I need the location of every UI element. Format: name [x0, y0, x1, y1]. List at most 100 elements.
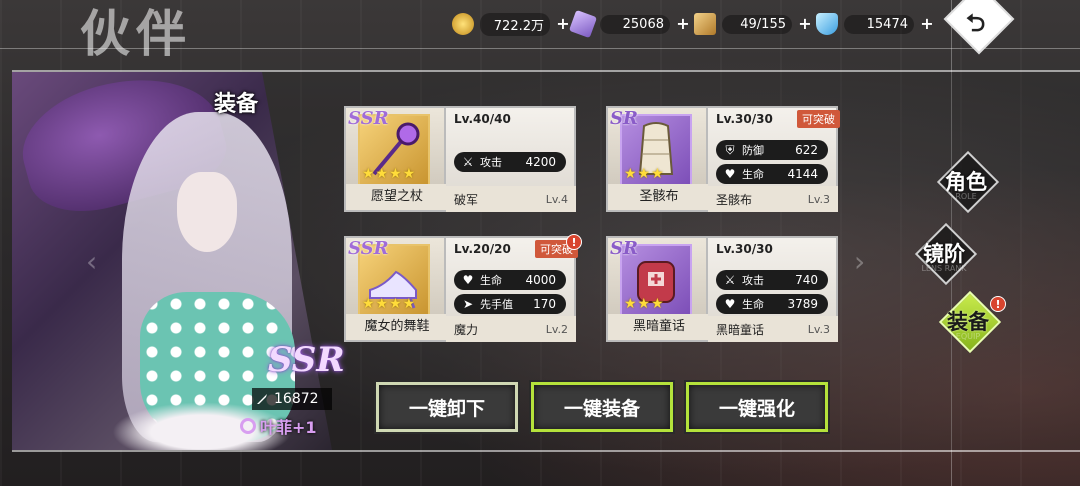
tab-sublabel: EQUIP [955, 332, 981, 341]
equipment-stars: ★★★★ [362, 296, 417, 312]
equipment-card-shoes[interactable]: SSR ★★★★ 魔女的舞鞋 Lv.20/20 可突破 ! ♥ 生命 4000 … [344, 234, 582, 342]
equip-all-button[interactable]: 一键装备 [531, 382, 673, 432]
next-equipment-arrow-icon[interactable]: › [854, 245, 865, 278]
equipment-name: 魔女的舞鞋 [346, 314, 448, 340]
set-name: 圣骸布 [716, 192, 753, 207]
equipment-stars: ★★★ [624, 296, 665, 312]
equipment-rarity: SR [610, 108, 638, 129]
equipment-stat: ⚔ 攻击 740 [716, 270, 828, 290]
tab-equip[interactable]: 装备 EQUIP ! [920, 290, 1016, 354]
set-level: Lv.3 [807, 322, 830, 336]
enhance-all-button[interactable]: 一键强化 [686, 382, 828, 432]
set-level: Lv.2 [545, 322, 568, 336]
character-rarity: SSR [268, 340, 345, 380]
back-button[interactable]: ⮌ [942, 0, 1015, 55]
equipment-set: 圣骸布 Lv.3 [708, 186, 838, 212]
equipment-stat: ♥ 生命 4000 [454, 270, 566, 290]
sword-icon: ⚔ [724, 273, 736, 287]
equipment-card-accessory[interactable]: SR ★★★ 黑暗童话 Lv.30/30 ⚔ 攻击 740 ♥ 生命 3789 … [606, 236, 838, 342]
supply-box-icon [694, 13, 716, 35]
equipment-portrait: SR ★★★ 黑暗童话 [606, 236, 710, 342]
sword-icon: ⚔ [462, 155, 474, 169]
equipment-card-weapon[interactable]: SSR ★★★★ 愿望之杖 Lv.40/40 ⚔ 攻击 4200 破军 Lv.4 [344, 106, 576, 212]
equipment-stat: ♥ 生命 3789 [716, 294, 828, 314]
equipment-stat: ➤ 先手值 170 [454, 294, 566, 314]
stat-value: 740 [795, 273, 818, 287]
set-name: 黑暗童话 [716, 322, 765, 337]
heart-icon: ♥ [462, 273, 474, 287]
back-arrow-icon: ⮌ [966, 9, 986, 37]
stat-label: 生命 [742, 298, 764, 311]
gold-coin-icon [452, 13, 474, 35]
stat-label: 防御 [742, 144, 764, 157]
resource-supply: 49/155 + [694, 12, 814, 36]
section-title: 装备 [214, 92, 259, 117]
resource-crystal: 25068 + [568, 9, 692, 39]
equipment-rarity: SSR [348, 108, 389, 129]
header-divider [0, 48, 1080, 49]
stat-value: 3789 [787, 297, 818, 311]
equipment-set: 破军 Lv.4 [446, 186, 576, 212]
stat-label: 生命 [480, 274, 502, 287]
power-value: 16872 [274, 391, 319, 407]
breakthrough-badge[interactable]: 可突破 [797, 110, 840, 128]
equipment-rarity: SR [610, 238, 638, 259]
equipment-name: 黑暗童话 [608, 314, 710, 340]
add-crystal-button[interactable]: + [674, 15, 692, 33]
diamond-icon [816, 13, 838, 35]
add-supply-button[interactable]: + [796, 15, 814, 33]
set-name: 破军 [454, 192, 479, 207]
stat-value: 4200 [525, 155, 556, 169]
heart-icon: ♥ [724, 167, 736, 181]
stat-value: 4144 [787, 167, 818, 181]
equipment-stat: ♥ 生命 4144 [716, 164, 828, 184]
purple-crystal-icon [568, 9, 598, 39]
page-title: 伙伴 [80, 4, 192, 63]
character-name-label: 叶菲+1 [260, 418, 317, 437]
equipment-portrait: SSR ★★★★ 愿望之杖 [344, 106, 448, 212]
stat-label: 攻击 [480, 156, 502, 169]
equipment-name: 圣骸布 [608, 184, 710, 210]
speed-icon: ➤ [462, 297, 474, 311]
equipment-card-armor[interactable]: SR ★★★ 圣骸布 Lv.30/30 可突破 ⛨ 防御 622 ♥ 生命 41… [606, 106, 840, 212]
equipment-portrait: SSR ★★★★ 魔女的舞鞋 [344, 236, 448, 342]
resource-crystal-value: 25068 [600, 14, 670, 34]
prev-equipment-arrow-icon[interactable]: ‹ [86, 245, 97, 278]
equipment-stat: ⛨ 防御 622 [716, 140, 828, 160]
character-face-art [177, 172, 237, 252]
set-name: 魔力 [454, 322, 479, 337]
equipment-set: 黑暗童话 Lv.3 [708, 316, 838, 342]
tab-lens-rank[interactable]: 镜阶 LENS RANK [896, 222, 992, 286]
equipment-stars: ★★★★ [362, 166, 417, 182]
equipment-level: Lv.40/40 [454, 112, 511, 126]
add-diamond-button[interactable]: + [918, 15, 936, 33]
shield-icon: ⛨ [725, 142, 735, 157]
character-name: 叶菲+1 [240, 414, 317, 438]
set-level: Lv.3 [807, 192, 830, 206]
equipment-stat: ⚔ 攻击 4200 [454, 152, 566, 172]
alert-icon: ! [990, 296, 1006, 312]
tab-role[interactable]: 角色 ROLE [918, 150, 1014, 214]
unequip-all-button[interactable]: 一键卸下 [376, 382, 518, 432]
character-element-icon [240, 418, 256, 434]
resource-gold-value: 722.2万 [480, 12, 550, 36]
tab-sublabel: ROLE [955, 192, 977, 201]
equipment-stars: ★★★ [624, 166, 665, 182]
alert-icon: ! [566, 234, 582, 250]
stat-value: 4000 [525, 273, 556, 287]
heart-icon: ♥ [724, 297, 736, 311]
equipment-set: 魔力 Lv.2 [446, 316, 576, 342]
stat-label: 攻击 [742, 274, 764, 287]
resource-supply-value: 49/155 [722, 14, 792, 34]
stat-label: 生命 [742, 168, 764, 181]
stat-value: 170 [533, 297, 556, 311]
equipment-rarity: SSR [348, 238, 389, 259]
equipment-name: 愿望之杖 [346, 184, 448, 210]
resource-diamond: 15474 + [816, 12, 936, 36]
equipment-level: Lv.20/20 [454, 242, 511, 256]
resource-diamond-value: 15474 [844, 14, 914, 34]
stat-label: 先手值 [480, 298, 513, 311]
stat-value: 622 [795, 143, 818, 157]
tab-sublabel: LENS RANK [921, 264, 967, 273]
character-power: 16872 [252, 388, 332, 410]
